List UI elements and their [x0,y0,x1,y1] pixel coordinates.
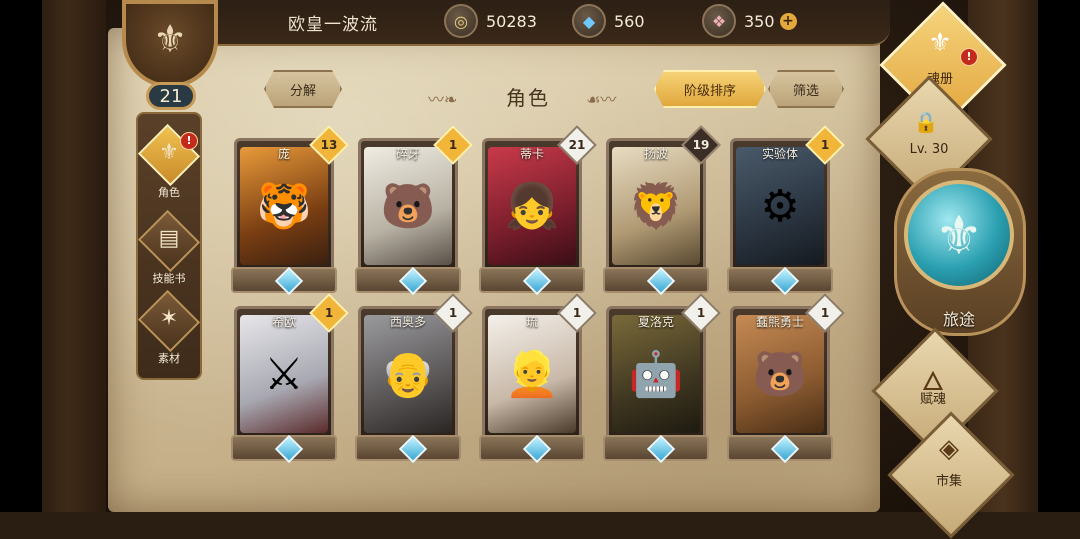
resource-gem[interactable]: ❖ 350 + [702,4,797,38]
market-gem-icon: ◈ [939,434,959,464]
diving-helmet-portrait: 🤖 [612,315,700,433]
character-card[interactable]: 🦁 扬波 19 [603,125,721,296]
card-count: 21 [568,138,586,152]
title-ornament-right: ☙〰 [586,90,617,109]
resource-crystal-value: 560 [614,11,645,31]
player-level-badge: 21 [146,82,196,110]
pink-gem-icon: ❖ [702,4,736,38]
character-card[interactable]: 🐻 蠢熊勇士 1 [727,293,845,464]
player-name: 欧皇一波流 [288,15,378,35]
tab-characters[interactable]: ⚜ 角色 ! [137,123,201,200]
endow-soul-label: 赋魂 [919,392,946,407]
tab-materials-label: 素材 [158,352,180,365]
blue-crystal-icon: ◆ [572,4,606,38]
resource-gold-value: 50283 [486,11,537,31]
tiger-portrait: 🐯 [240,147,328,265]
old-man-portrait: 👴 [364,315,452,433]
skill-book-icon: ▤ [158,226,180,251]
wood-frame-left [42,0,106,512]
add-gem-button[interactable]: + [779,12,797,30]
card-count: 1 [448,306,458,320]
character-card[interactable]: ⚔ 希欧 1 [231,293,349,464]
character-card[interactable]: ⚙ 实验体 1 [727,125,845,296]
red-hair-girl-portrait: 👧 [488,147,576,265]
character-card[interactable]: 🤖 夏洛克 1 [603,293,721,464]
decompose-button[interactable]: 分解 [264,70,342,108]
polar-bear-portrait: 🐻 [364,147,452,265]
tab-materials[interactable]: ✶ 素材 [137,289,201,366]
brown-bear-portrait: 🐻 [736,315,824,433]
soul-book-alert-icon: ! [960,48,978,66]
card-count: 13 [320,138,338,152]
white-hair-girl-portrait: 👱 [488,315,576,433]
card-count: 1 [820,306,830,320]
material-icon: ✶ [159,306,179,331]
character-card[interactable]: 🐻 碎牙 1 [355,125,473,296]
resource-crystal[interactable]: ◆ 560 [572,4,645,38]
lock-icon: 🔒 [913,110,939,134]
character-card[interactable]: 🐯 庞 13 [231,125,349,296]
filter-button[interactable]: 筛选 [768,70,844,108]
locked-feature-level: Lv. 30 [909,142,949,157]
card-count: 1 [820,138,830,152]
title-ornament-left: 〰❧ [428,90,458,109]
journey-button[interactable]: ⚜ [904,180,1014,290]
card-count: 1 [696,306,706,320]
screen-edge-right [1038,0,1080,512]
card-count: 1 [572,306,582,320]
player-emblem[interactable]: ⚜ 21 [118,0,222,110]
gold-coin-icon: ◎ [444,4,478,38]
silver-knight-portrait: ⚔ [240,315,328,433]
sort-by-rank-button[interactable]: 阶级排序 [654,70,766,108]
card-count: 1 [448,138,458,152]
white-lion-portrait: 🦁 [612,147,700,265]
card-count: 1 [324,306,334,320]
section-title: 角色 [506,86,550,110]
character-card[interactable]: 👱 琉 1 [479,293,597,464]
card-count: 19 [692,138,710,152]
market-label: 市集 [935,474,962,489]
resource-gem-value: 350 [744,11,775,31]
character-card[interactable]: 👴 西奥多 1 [355,293,473,464]
soul-book-label: 魂册 [926,72,953,87]
tab-skill-books-label: 技能书 [152,272,186,285]
mech-creature-portrait: ⚙ [736,147,824,265]
resource-gold[interactable]: ◎ 50283 [444,4,537,38]
character-card[interactable]: 👧 蒂卡 21 [479,125,597,296]
journey-label: 旅途 [942,310,975,329]
screen-edge-left [0,0,42,512]
tab-characters-label: 角色 [158,186,180,199]
tab-skill-books[interactable]: ▤ 技能书 [137,209,201,286]
crest-icon: ⚜ [152,17,188,61]
alert-icon: ! [180,132,198,150]
